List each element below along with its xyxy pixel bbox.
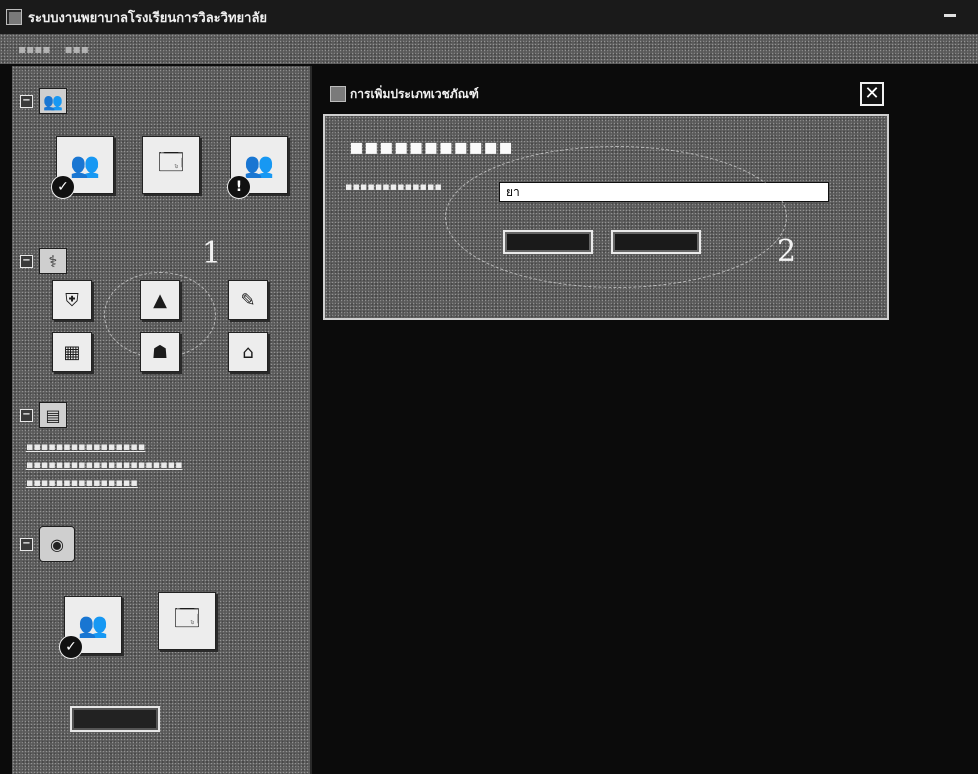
app-window-icon (6, 9, 22, 25)
supply-type-tile[interactable]: ⛨ (52, 280, 92, 320)
report-link-2[interactable]: ▪▪▪▪▪▪▪▪▪▪▪▪▪▪▪▪▪▪▪▪▪ (26, 456, 276, 474)
collapse-box-icon[interactable]: − (20, 94, 33, 108)
supply-list-tile[interactable]: ▦ (52, 332, 92, 372)
menu-item-2[interactable]: ▪▪▪ (65, 42, 89, 56)
cabinet-icon: ▦ (63, 341, 81, 363)
users-icon: 👥 (244, 151, 274, 179)
user-alert-tile[interactable]: 👥 ! (227, 136, 288, 199)
collapse-box-icon[interactable]: − (20, 254, 33, 268)
annotation-ellipse-2 (445, 146, 787, 288)
close-icon[interactable]: ✕ (860, 82, 884, 106)
add-user-tile[interactable]: 👥 ✓ (51, 136, 114, 199)
report-link-1[interactable]: ▪▪▪▪▪▪▪▪▪▪▪▪▪▪▪▪ (26, 438, 276, 456)
form-heading: ▪▪▪▪▪▪▪▪▪▪▪ (349, 134, 514, 160)
section-users-header[interactable]: − 👥 (20, 88, 67, 114)
section-supplies-header[interactable]: − ⚕ (20, 248, 67, 274)
window-title-bar: ระบบงานพยาบาลโรงเรียนการวิละวิทยาลัย (0, 0, 978, 34)
report-icon: ▤ (39, 402, 67, 428)
collapse-box-icon[interactable]: − (20, 408, 33, 422)
menu-bar: ▪▪▪▪ ▪▪▪ (0, 34, 978, 64)
section-reports-header[interactable]: − ▤ (20, 402, 67, 428)
field-label: ▪▪▪▪▪▪▪▪▪▪▪▪▪ (345, 180, 442, 193)
house-icon: ⌂ (242, 341, 254, 363)
sidebar: − 👥 👥 ✓ 🗔 👥 ! − ⚕ 1 ⛨ ▲ ✎ ▦ ☗ ⌂ − ▤ ▪▪▪▪… (12, 66, 312, 774)
edit-user-tile[interactable]: 🗔 (142, 136, 200, 194)
checkmark-icon: ✓ (59, 635, 83, 659)
exclamation-icon: ! (227, 175, 251, 199)
dialog-title: การเพิ่มประเภทเวชภัณฑ์ (350, 86, 479, 101)
add-supply-tile[interactable]: ☗ (140, 332, 180, 372)
menu-item-1[interactable]: ▪▪▪▪ (18, 42, 51, 56)
users-icon: 👥 (39, 88, 67, 114)
stack-icon: ☗ (151, 341, 169, 363)
minimize-button[interactable] (944, 14, 956, 17)
collapse-box-icon[interactable]: − (20, 537, 33, 551)
section-admin-header[interactable]: − ◉ (20, 526, 75, 562)
edit-admin-tile[interactable]: 🗔 (158, 592, 216, 650)
dialog-body: ▪▪▪▪▪▪▪▪▪▪▪ ▪▪▪▪▪▪▪▪▪▪▪▪▪ 2 (323, 114, 889, 320)
annotation-number-2: 2 (777, 234, 797, 269)
admin-globe-icon: ◉ (39, 526, 75, 562)
mountain-check-icon: ▲ (153, 289, 167, 311)
edit-supply-type-tile[interactable]: ✎ (228, 280, 268, 320)
sidebar-action-button[interactable] (70, 706, 160, 732)
report-link-3[interactable]: ▪▪▪▪▪▪▪▪▪▪▪▪▪▪▪ (26, 474, 276, 492)
annotation-number-1: 1 (202, 236, 222, 271)
users-icon: 👥 (78, 611, 108, 639)
pencil-icon: ✎ (240, 289, 256, 311)
report-links: ▪▪▪▪▪▪▪▪▪▪▪▪▪▪▪▪ ▪▪▪▪▪▪▪▪▪▪▪▪▪▪▪▪▪▪▪▪▪ ▪… (26, 438, 276, 492)
dialog-title-bar: การเพิ่มประเภทเวชภัณฑ์ (310, 80, 890, 108)
pill-icon: ⛨ (65, 289, 79, 311)
users-icon: 👥 (70, 151, 100, 179)
window-title: ระบบงานพยาบาลโรงเรียนการวิละวิทยาลัย (28, 10, 268, 26)
user-window-icon: 🗔 (173, 603, 201, 632)
add-supply-type-tile[interactable]: ▲ (140, 280, 180, 320)
add-admin-tile[interactable]: 👥 ✓ (59, 596, 122, 659)
edit-supply-tile[interactable]: ⌂ (228, 332, 268, 372)
app-window-icon (330, 86, 346, 102)
checkmark-icon: ✓ (51, 175, 75, 199)
supplies-icon: ⚕ (39, 248, 67, 274)
user-window-icon: 🗔 (157, 147, 185, 176)
